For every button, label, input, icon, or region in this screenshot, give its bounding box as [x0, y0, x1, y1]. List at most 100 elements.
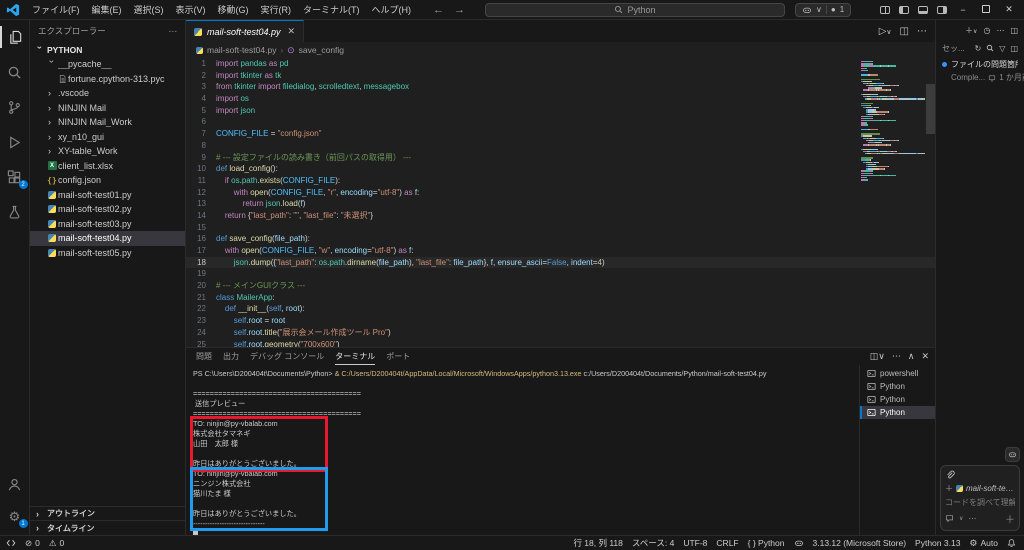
- terminal-instance-Python[interactable]: Python: [860, 380, 935, 393]
- attach-context-icon[interactable]: [945, 470, 1015, 480]
- code-line[interactable]: 7CONFIG_FILE = "config.json": [186, 128, 935, 140]
- chat-placeholder[interactable]: コードを調べて理解す: [945, 497, 1015, 508]
- terminal-instance-powershell[interactable]: powershell: [860, 367, 935, 380]
- code-line[interactable]: 5import json: [186, 105, 935, 117]
- minimap[interactable]: [861, 61, 925, 181]
- panel-maximize-icon[interactable]: ∧: [908, 351, 915, 362]
- code-line[interactable]: 12 with open(CONFIG_FILE, "r", encoding=…: [186, 187, 935, 199]
- breadcrumb-file[interactable]: mail-soft-test04.py: [207, 45, 276, 55]
- terminal-viewport[interactable]: PS C:\Users\D200404t\Documents\Python> &…: [186, 365, 859, 535]
- accounts-icon[interactable]: [0, 473, 30, 495]
- model-picker-icon[interactable]: ⋯: [968, 514, 976, 523]
- code-line[interactable]: 17 with open(CONFIG_FILE, "w", encoding=…: [186, 245, 935, 257]
- explorer-item[interactable]: ›XY-table_Work: [30, 144, 185, 159]
- editor-scrollbar[interactable]: [926, 84, 935, 134]
- extensions-view-icon[interactable]: 2: [0, 166, 30, 188]
- menu-item-5[interactable]: 実行(R): [255, 1, 298, 18]
- code-line[interactable]: 24 self.root.title("展示会メール作成ツール Pro"): [186, 327, 935, 339]
- tab-close-icon[interactable]: ✕: [288, 26, 296, 37]
- code-line[interactable]: 6: [186, 116, 935, 128]
- search-view-icon[interactable]: [0, 61, 30, 83]
- explorer-item[interactable]: ›NINJIN Mail: [30, 101, 185, 116]
- code-line[interactable]: 13 return json.load(f): [186, 198, 935, 210]
- menu-item-6[interactable]: ターミナル(T): [297, 1, 366, 18]
- panel-close-icon[interactable]: ✕: [921, 351, 929, 362]
- code-editor[interactable]: 1import pandas as pd2import tkinter as t…: [186, 58, 935, 347]
- command-center-search[interactable]: Python: [485, 3, 785, 17]
- refresh-icon[interactable]: ↻: [975, 44, 982, 53]
- testing-view-icon[interactable]: [0, 201, 30, 223]
- menu-item-3[interactable]: 表示(V): [170, 1, 212, 18]
- sidebar-section-0[interactable]: ›アウトライン: [30, 507, 185, 521]
- panel-tab-ターミナル[interactable]: ターミナル: [335, 348, 375, 365]
- new-chat-icon[interactable]: ＋∨: [965, 25, 977, 36]
- panel-tab-ポート[interactable]: ポート: [386, 348, 410, 365]
- code-line[interactable]: 25 self.root.geometry("700x600"): [186, 339, 935, 348]
- manage-gear-icon[interactable]: ⚙ 1: [0, 505, 30, 527]
- breadcrumb-symbol[interactable]: save_config: [299, 45, 344, 55]
- copilot-float-button[interactable]: [1005, 447, 1020, 462]
- code-line[interactable]: 18 json.dump({"last_path": os.path.dirna…: [186, 257, 935, 269]
- explorer-more-actions-icon[interactable]: ⋯: [169, 26, 178, 37]
- explorer-item[interactable]: {}config.json: [30, 173, 185, 188]
- status-error[interactable]: ⊘0: [25, 538, 40, 549]
- context-chip[interactable]: ＋ mail-soft-test...: [945, 483, 1015, 494]
- toggle-panel-icon[interactable]: [918, 6, 928, 14]
- explorer-item[interactable]: Xclient_list.xlsx: [30, 159, 185, 174]
- open-chat-in-editor-icon[interactable]: ◫: [1010, 26, 1018, 35]
- chevron-down-icon[interactable]: ∨: [959, 515, 963, 522]
- status-{ } Python[interactable]: { } Python: [748, 538, 785, 548]
- status-3.13.12 (Microsoft Store)[interactable]: 3.13.12 (Microsoft Store): [813, 538, 907, 548]
- code-line[interactable]: 1import pandas as pd: [186, 58, 935, 70]
- window-maximize-button[interactable]: [979, 5, 993, 15]
- code-line[interactable]: 21class MailerApp:: [186, 292, 935, 304]
- code-line[interactable]: 8: [186, 140, 935, 152]
- code-line[interactable]: 11 if os.path.exists(CONFIG_FILE):: [186, 175, 935, 187]
- history-icon[interactable]: ◷: [983, 26, 990, 35]
- status-スペース: 4[interactable]: スペース: 4: [632, 537, 674, 549]
- nav-forward-icon[interactable]: →: [454, 4, 465, 16]
- panel-more-actions-icon[interactable]: ⋯: [892, 351, 901, 362]
- split-editor-icon[interactable]: ◫: [900, 26, 909, 37]
- explorer-item[interactable]: ›__pycache__: [30, 57, 185, 72]
- code-line[interactable]: 14 return {"last_path": "", "last_file":…: [186, 210, 935, 222]
- explorer-item[interactable]: ›.vscode: [30, 86, 185, 101]
- explorer-item[interactable]: mail-soft-test03.py: [30, 217, 185, 232]
- run-python-file-icon[interactable]: ▷∨: [879, 26, 892, 37]
- panel-tab-出力[interactable]: 出力: [223, 348, 239, 365]
- editor-more-actions-icon[interactable]: ⋯: [917, 26, 927, 37]
- status-行 18, 列 118[interactable]: 行 18, 列 118: [573, 537, 622, 549]
- code-line[interactable]: 2import tkinter as tk: [186, 70, 935, 82]
- explorer-section-python[interactable]: › PYTHON: [30, 42, 185, 57]
- panel-tab-デバッグ コンソール[interactable]: デバッグ コンソール: [250, 348, 324, 365]
- status-copilot[interactable]: [794, 538, 804, 548]
- code-line[interactable]: 19: [186, 268, 935, 280]
- toggle-split-layout-icon[interactable]: [880, 6, 890, 14]
- code-line[interactable]: 20# --- メインGUIクラス ---: [186, 280, 935, 292]
- explorer-item[interactable]: mail-soft-test01.py: [30, 188, 185, 203]
- explorer-item[interactable]: ›NINJIN Mail_Work: [30, 115, 185, 130]
- code-line[interactable]: 16def save_config(file_path):: [186, 233, 935, 245]
- panel-tab-問題[interactable]: 問題: [196, 348, 212, 365]
- explorer-view-icon[interactable]: [0, 26, 30, 48]
- menu-item-4[interactable]: 移動(G): [212, 1, 255, 18]
- new-terminal-icon[interactable]: ◫∨: [870, 351, 885, 362]
- explorer-item[interactable]: mail-soft-test02.py: [30, 202, 185, 217]
- nav-back-icon[interactable]: ←: [433, 4, 444, 16]
- tab-mail-soft-test04[interactable]: mail-soft-test04.py ✕: [186, 20, 304, 42]
- toggle-primary-sidebar-icon[interactable]: [899, 6, 909, 14]
- explorer-item[interactable]: fortune.cpython-313.pyc: [30, 72, 185, 87]
- explorer-item[interactable]: ›xy_n10_gui: [30, 130, 185, 145]
- filter-icon[interactable]: ▽: [999, 44, 1005, 53]
- source-control-view-icon[interactable]: [0, 96, 30, 118]
- copilot-control[interactable]: ∨ ● 1: [795, 3, 851, 17]
- status-Python 3.13[interactable]: Python 3.13: [915, 538, 960, 548]
- run-debug-view-icon[interactable]: [0, 131, 30, 153]
- chat-more-actions-icon[interactable]: ⋯: [996, 26, 1004, 35]
- status-CRLF[interactable]: CRLF: [716, 538, 738, 548]
- toggle-secondary-sidebar-icon[interactable]: [937, 6, 947, 14]
- terminal-instance-Python[interactable]: Python: [860, 393, 935, 406]
- code-line[interactable]: 3from tkinter import filedialog, scrolle…: [186, 81, 935, 93]
- chat-input-box[interactable]: ＋ mail-soft-test... コードを調べて理解す ∨ ⋯ ＋: [940, 465, 1020, 531]
- menu-item-7[interactable]: ヘルプ(H): [366, 1, 418, 18]
